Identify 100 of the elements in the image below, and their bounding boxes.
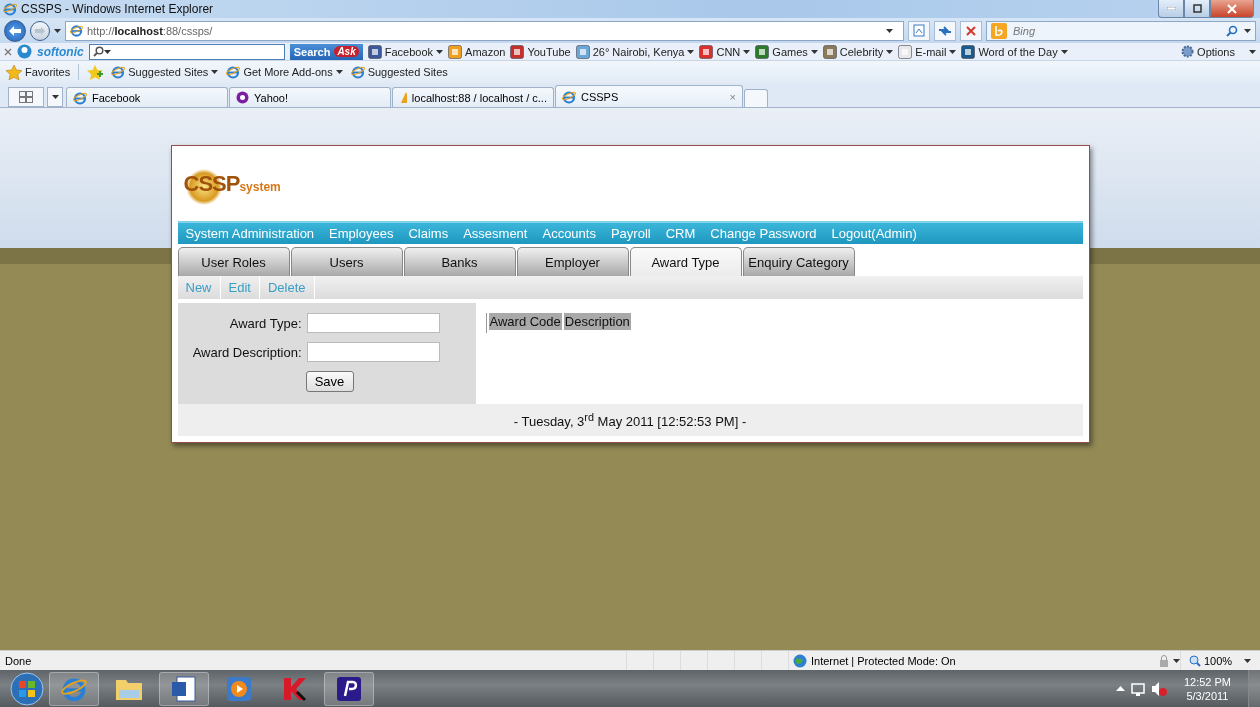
site-icon [961,44,976,59]
clock[interactable]: 12:52 PM 5/3/2011 [1171,674,1243,703]
mascot-icon [17,44,32,59]
site-icon [510,44,525,59]
quick-tabs-button[interactable] [8,87,44,107]
minimize-button[interactable] [1158,0,1184,18]
ask-badge: Ask [334,46,359,57]
caret-icon [103,49,111,54]
site-icon [898,44,913,59]
toolbar-item[interactable]: E-mail [898,44,957,59]
stop-button[interactable] [960,20,982,41]
site-icon [448,44,463,59]
network-icon[interactable] [1129,680,1146,697]
start-button[interactable] [10,671,44,706]
toolbar-item[interactable]: Amazon [448,44,506,59]
browser-icon [73,90,87,105]
close-icon[interactable] [4,47,12,56]
zoom-icon [1189,654,1201,667]
caret-icon [335,70,343,74]
caret-icon [886,28,893,33]
close-button[interactable] [1210,0,1254,18]
browser-tab[interactable]: CSSPS × [555,85,743,107]
app-icon [336,675,362,702]
toolbar-item[interactable]: Facebook [367,44,444,59]
refresh-icon [938,24,952,37]
column-header: Award Code [488,313,562,330]
tab[interactable]: Employer [516,247,629,276]
back-arrow-icon [9,25,21,36]
search-icon[interactable] [1226,24,1238,37]
page-icon [913,24,925,37]
back-button[interactable] [4,19,26,42]
caret-icon [810,49,818,54]
tab[interactable]: Award Type [629,247,742,276]
search-engine-icon [991,22,1007,39]
caret-icon [1060,49,1068,54]
add-favorite-icon[interactable] [87,64,104,80]
site-icon [575,44,590,59]
search-field[interactable]: Bing [986,20,1256,41]
taskbar-app-button[interactable] [324,671,374,706]
address-field[interactable]: http://localhost:88/cssps/ [65,20,904,41]
show-hidden-icon[interactable] [1115,686,1125,691]
window-title: CSSPS - Windows Internet Explorer [21,2,214,16]
shield-icon [281,675,307,702]
browser-icon [562,89,576,104]
forward-button[interactable] [30,20,50,41]
globe-icon [793,653,807,668]
browser-icon [70,24,83,37]
input-field[interactable] [306,313,440,333]
toolbar-item[interactable]: Games [755,44,818,59]
toolbar-item[interactable]: YouTube [510,44,571,59]
status-text: Done [5,654,32,667]
toolbar-search-field[interactable] [88,43,285,60]
caret-icon [886,49,894,54]
compatibility-button[interactable] [908,20,930,41]
badge-icon [236,91,249,104]
search-button[interactable]: Search Ask [289,43,363,60]
field-label: Award Description: [191,344,302,360]
input-field[interactable] [306,342,440,362]
caret-icon [743,49,751,54]
maximize-button[interactable] [1184,0,1210,18]
browser-tab[interactable]: Facebook [66,87,228,107]
site-icon [822,44,837,59]
maximize-icon [1192,4,1202,13]
play-icon [226,675,252,702]
site-icon [755,44,770,59]
field-label: Award Type: [228,315,302,331]
sail-icon [399,91,407,104]
browser-tab[interactable]: localhost:88 / localhost / c... [392,87,554,107]
caret-icon [1244,28,1251,33]
caret-icon [949,49,957,54]
toolbar-item[interactable]: 26° Nairobi, Kenya [575,44,695,59]
muted-speaker-icon[interactable] [1150,680,1167,697]
favorites-item[interactable]: Get More Add-ons [226,65,343,79]
caret-icon [54,28,61,33]
tab[interactable]: Banks [403,247,516,276]
taskbar-document-button[interactable] [159,671,209,706]
stop-icon [966,25,976,36]
save-button[interactable]: Save [305,371,354,392]
caret-icon [1244,658,1252,663]
security-zone: Internet | Protected Mode: On [811,654,956,667]
browser-icon [350,65,365,79]
tab[interactable]: Enquiry Category [742,247,855,276]
options-button[interactable]: Options [1181,45,1256,58]
close-icon [1227,3,1237,14]
gear-icon [1181,45,1195,58]
toolbar-item[interactable]: Word of the Day [961,44,1068,59]
caret-icon [687,49,695,54]
column-header: Description [563,313,631,330]
grid-icon [19,91,33,103]
tab-list-button[interactable] [47,87,63,107]
favorites-item[interactable]: Suggested Sites [111,65,219,79]
favorites-item[interactable]: Suggested Sites [350,65,448,79]
refresh-button[interactable] [934,20,956,41]
tab[interactable]: Users [290,247,403,276]
toolbar-item[interactable]: CNN [699,44,751,59]
browser-tab[interactable]: Yahoo! [229,87,391,107]
toolbar-item[interactable]: Celebrity [822,44,894,59]
favorites-button[interactable]: Favorites [6,64,71,80]
tab[interactable]: User Roles [177,247,290,276]
taskbar-browser-button[interactable] [49,671,99,706]
